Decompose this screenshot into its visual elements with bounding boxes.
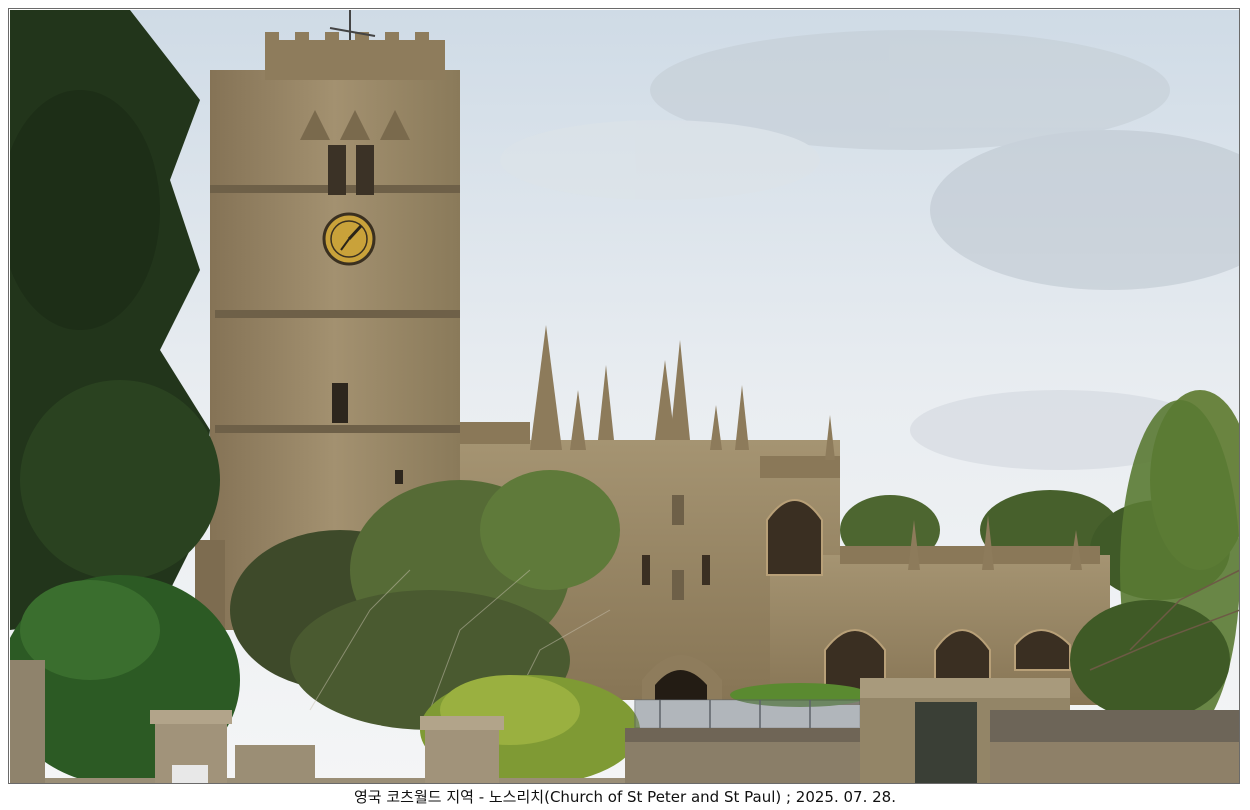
church-photo: [10, 10, 1239, 783]
photo-frame: [8, 8, 1240, 784]
photo-caption: 영국 코츠월드 지역 - 노스리치(Church of St Peter and…: [354, 788, 896, 806]
fence: [634, 699, 861, 729]
